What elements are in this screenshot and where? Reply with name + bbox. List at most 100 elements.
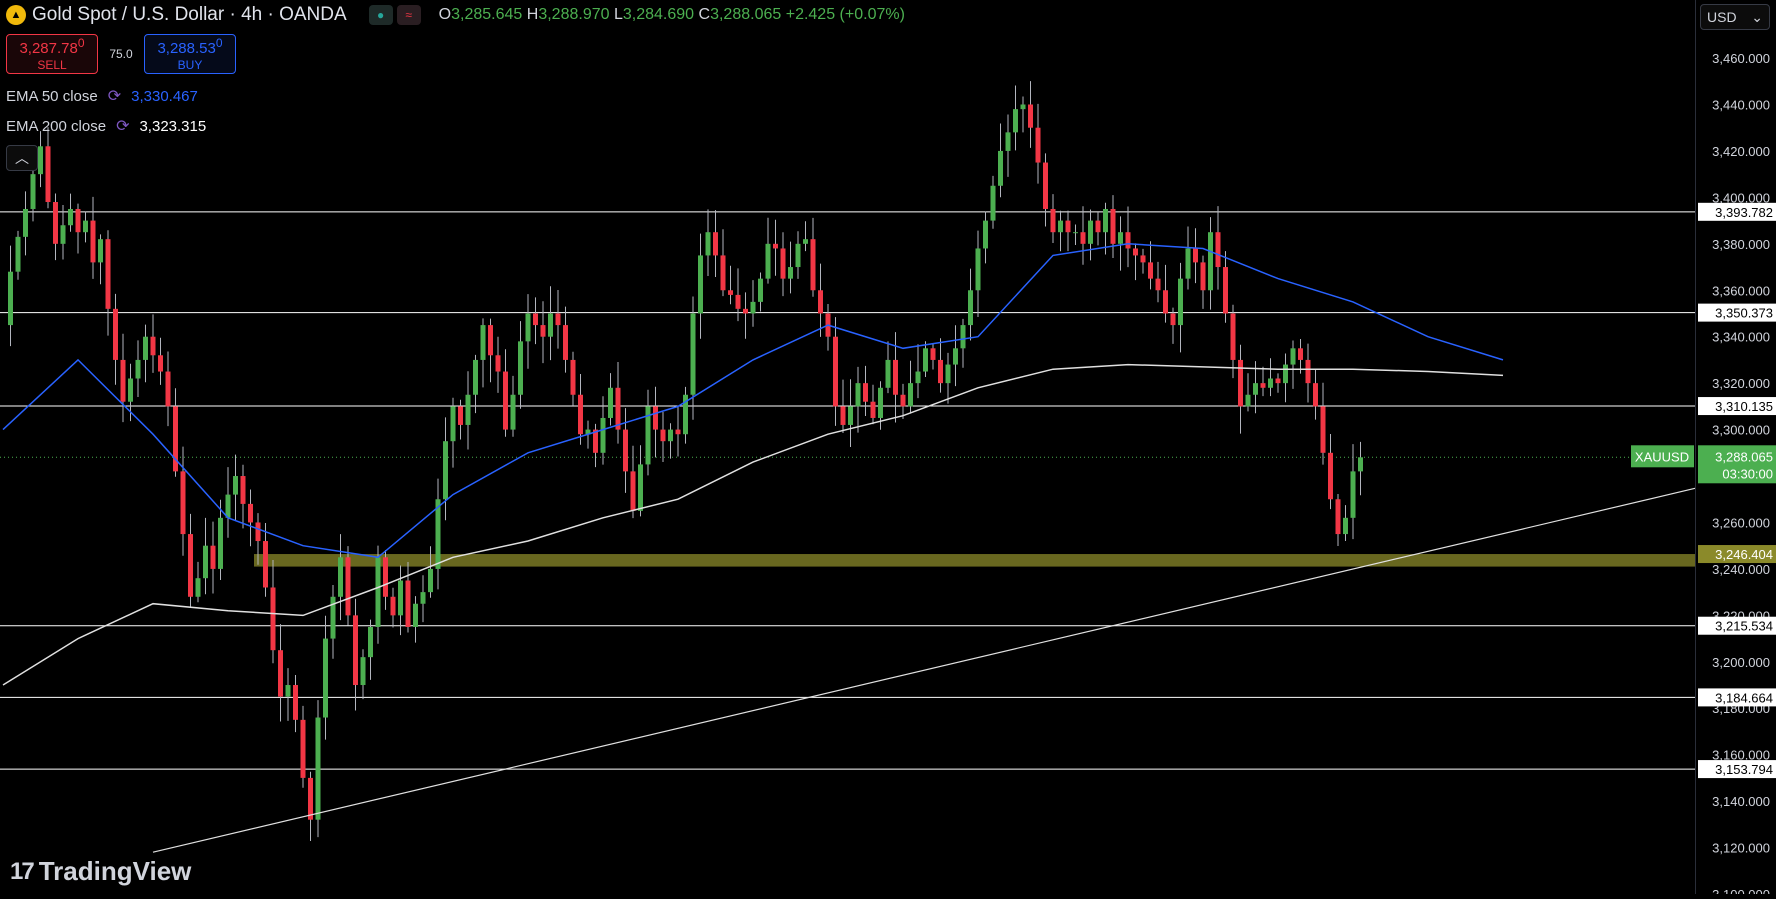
candle-body <box>428 568 433 593</box>
candle-body <box>878 387 883 418</box>
candle-body <box>953 348 958 365</box>
candle-body <box>473 359 478 395</box>
candle-body <box>1328 452 1333 500</box>
trade-panel: 3,287.780 SELL 75.0 3,288.530 BUY <box>6 34 236 74</box>
candle-body <box>510 394 516 430</box>
price-axis[interactable]: 3,100.0003,120.0003,140.0003,160.0003,18… <box>1695 0 1776 899</box>
market-open-icon[interactable]: ● <box>368 5 393 25</box>
low-value: 3,284.690 <box>622 6 695 23</box>
candle-body <box>443 441 448 500</box>
candle-body <box>1215 232 1221 268</box>
price-tick-label: 3,420.000 <box>1712 144 1770 159</box>
price-chart[interactable]: XAUUSD <box>0 0 1776 894</box>
candle-body <box>728 290 733 295</box>
delayed-data-icon[interactable]: ≈ <box>396 5 421 25</box>
candle-body <box>810 239 816 291</box>
buy-button[interactable]: 3,288.530 BUY <box>144 34 236 74</box>
sell-button[interactable]: 3,287.780 SELL <box>6 34 98 74</box>
candle-body <box>773 243 778 249</box>
candle-body <box>600 417 606 453</box>
candle-body <box>270 587 276 651</box>
ema50-label: EMA 50 close <box>6 87 98 105</box>
candle-body <box>345 557 351 616</box>
price-tick-label: 3,340.000 <box>1712 330 1770 345</box>
level-price-label: 3,215.534 <box>1715 619 1773 634</box>
candle-body <box>788 267 793 279</box>
change-value: +2.425 (+0.07%) <box>785 6 905 23</box>
candle-body <box>698 255 703 314</box>
candle-body <box>300 719 306 778</box>
candle-body <box>983 220 988 249</box>
candle-body <box>1080 232 1086 244</box>
candle-body <box>420 592 426 604</box>
candle-body <box>1335 499 1341 535</box>
candle-body <box>285 685 291 697</box>
candle-body <box>30 174 36 209</box>
candle-body <box>480 325 486 360</box>
tradingview-mark-icon: 17 <box>10 857 35 885</box>
candle-body <box>315 717 321 820</box>
candle-body <box>630 471 636 511</box>
candle-body <box>1170 313 1176 326</box>
candle-body <box>1133 248 1138 256</box>
chart-title[interactable]: Gold Spot / U.S. Dollar · 4h · OANDA <box>32 4 347 26</box>
price-tick-label: 3,100.000 <box>1712 887 1770 894</box>
candle-body <box>263 541 268 588</box>
candle-body <box>1253 383 1258 395</box>
ema50-legend[interactable]: EMA 50 close ⟳ 3,330.467 <box>6 86 198 106</box>
candle-body <box>1028 104 1033 128</box>
ohlc-readout: O3,285.645 H3,288.970 L3,284.690 C3,288.… <box>439 6 905 24</box>
candle-body <box>1185 248 1191 279</box>
trendline-layer <box>152 487 1696 853</box>
candle-body <box>135 359 141 379</box>
candle-body <box>1103 208 1108 233</box>
candle-body <box>225 494 231 518</box>
candle-body <box>1013 109 1018 133</box>
level-price-label: 3,350.373 <box>1715 306 1773 321</box>
loading-icon: ⟳ <box>107 88 122 105</box>
collapse-legend-button[interactable]: ︿ <box>6 145 38 171</box>
candle-body <box>960 325 966 349</box>
candle-body <box>15 236 21 272</box>
tradingview-logo[interactable]: 17 TradingView <box>10 856 191 887</box>
candle-body <box>855 383 861 407</box>
candle-body <box>165 371 171 407</box>
candle-body <box>1245 394 1251 407</box>
candle-body <box>1178 278 1183 326</box>
candle-body <box>180 471 186 535</box>
support-zone-layer <box>254 554 1695 567</box>
candle-body <box>540 325 546 337</box>
candle-body <box>1230 313 1236 360</box>
candle-body <box>833 336 838 407</box>
candle-body <box>1275 378 1281 384</box>
status-badges: ● ≈ <box>368 5 421 25</box>
level-price-label: 3,153.794 <box>1715 762 1773 777</box>
price-tick-label: 3,320.000 <box>1712 376 1770 391</box>
candle-body <box>195 578 201 597</box>
candle-body <box>293 685 298 720</box>
trendline <box>152 487 1696 853</box>
candle-body <box>735 294 741 309</box>
candle-body <box>1283 364 1288 384</box>
candle-body <box>143 336 148 360</box>
buy-price-sup: 0 <box>215 35 223 50</box>
candle-body <box>405 580 411 627</box>
high-value: 3,288.970 <box>538 6 610 23</box>
candle-body <box>1110 208 1116 244</box>
chevron-down-icon: ⌄ <box>1751 8 1763 25</box>
candle-body <box>248 503 253 523</box>
level-price-label: 3,184.664 <box>1715 690 1773 705</box>
ema200-legend[interactable]: EMA 200 close ⟳ 3,323.315 <box>6 116 206 136</box>
candle-body <box>90 220 96 263</box>
candle-body <box>690 313 696 395</box>
price-tick-label: 3,380.000 <box>1712 237 1770 252</box>
candle-body <box>1193 248 1198 263</box>
currency-selector[interactable]: USD ⌄ <box>1700 4 1770 30</box>
candle-body <box>555 313 561 326</box>
candle-body <box>1163 290 1168 314</box>
candle-body <box>240 476 246 504</box>
candle-body <box>930 348 936 360</box>
candle-body <box>743 308 748 314</box>
candle-body <box>1050 208 1056 233</box>
candle-body <box>1088 220 1093 244</box>
